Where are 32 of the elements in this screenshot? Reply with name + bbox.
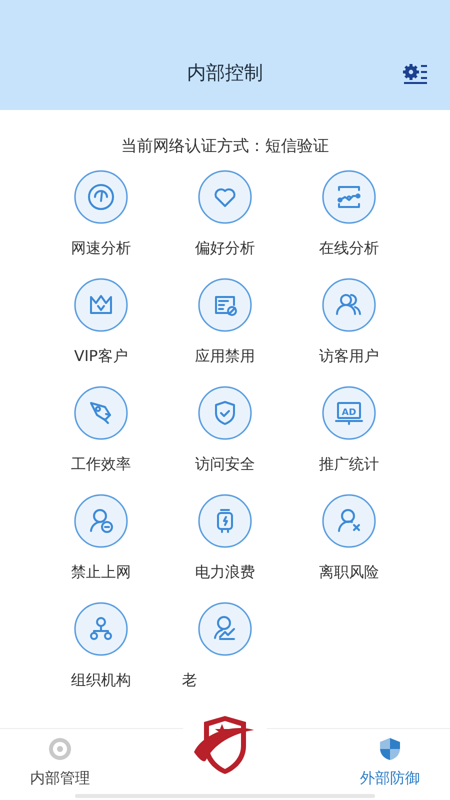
userminus-icon[interactable] [74, 494, 128, 548]
usertrend-icon[interactable] [198, 602, 252, 656]
settings-icon[interactable] [402, 62, 428, 84]
feature-label[interactable]: 工作效率 [71, 454, 131, 474]
page-title: 内部控制 [187, 61, 263, 86]
feature-label[interactable]: 应用禁用 [195, 346, 255, 366]
crown-icon[interactable] [74, 278, 128, 332]
target-icon [48, 737, 72, 761]
feature-label[interactable]: 访客用户 [319, 346, 379, 366]
chart-icon[interactable] [322, 170, 376, 224]
org-icon[interactable] [74, 602, 128, 656]
feature-label[interactable]: 推广统计 [319, 454, 379, 474]
feature-label[interactable]: 老 [182, 670, 268, 690]
gauge-icon[interactable] [74, 170, 128, 224]
shield-icon[interactable] [198, 386, 252, 440]
feature-label[interactable]: 访问安全 [195, 454, 255, 474]
feature-label[interactable]: 电力浪费 [195, 562, 255, 582]
feature-label[interactable]: 偏好分析 [195, 238, 255, 258]
feature-label[interactable]: 禁止上网 [71, 562, 131, 582]
feature-label[interactable]: 网速分析 [71, 238, 131, 258]
power-icon[interactable] [198, 494, 252, 548]
nav-tab[interactable]: 外部防御 [360, 729, 420, 800]
feature-label[interactable]: VIP客户 [74, 346, 128, 366]
users-icon[interactable] [322, 278, 376, 332]
feature-label[interactable]: 离职风险 [319, 562, 379, 582]
nav-tab[interactable]: 内部管理 [30, 729, 90, 800]
feature-label[interactable]: 在线分析 [319, 238, 379, 258]
appban-icon[interactable] [198, 278, 252, 332]
shield-icon [378, 737, 402, 761]
userx-icon[interactable] [322, 494, 376, 548]
feature-label[interactable]: 组织机构 [71, 670, 131, 690]
auth-method-text: 当前网络认证方式：短信验证 [120, 136, 330, 157]
